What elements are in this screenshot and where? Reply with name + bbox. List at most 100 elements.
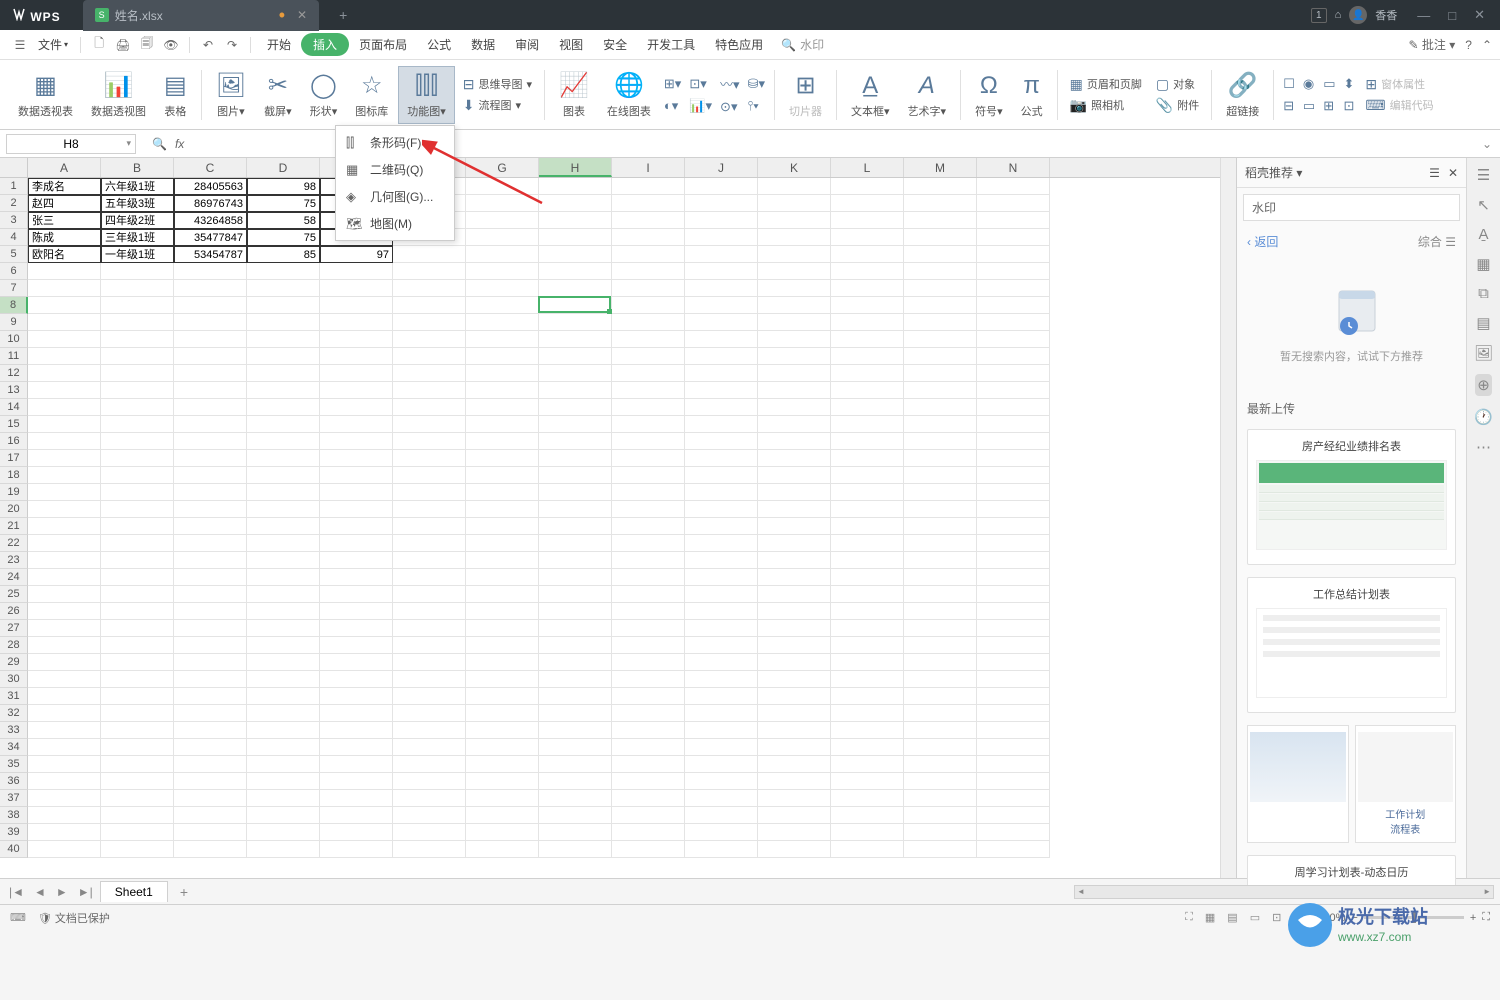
cell[interactable] bbox=[831, 348, 904, 365]
cell[interactable] bbox=[904, 841, 977, 858]
cell[interactable] bbox=[977, 824, 1050, 841]
zoom-in-icon[interactable]: + bbox=[1470, 912, 1476, 924]
cell[interactable] bbox=[247, 756, 320, 773]
cell[interactable] bbox=[831, 807, 904, 824]
cell[interactable] bbox=[28, 841, 101, 858]
cell[interactable] bbox=[247, 450, 320, 467]
cell[interactable] bbox=[539, 348, 612, 365]
cell[interactable] bbox=[101, 314, 174, 331]
cell[interactable] bbox=[393, 501, 466, 518]
vertical-scrollbar[interactable] bbox=[1220, 158, 1236, 878]
style-tool-icon[interactable]: A̱ bbox=[1478, 226, 1488, 243]
cell[interactable] bbox=[320, 314, 393, 331]
cell[interactable] bbox=[393, 535, 466, 552]
cell[interactable] bbox=[466, 790, 539, 807]
horizontal-scrollbar[interactable] bbox=[1074, 885, 1494, 899]
cell[interactable] bbox=[28, 773, 101, 790]
cell[interactable] bbox=[247, 297, 320, 314]
cell[interactable] bbox=[101, 382, 174, 399]
page-view-icon[interactable]: ▤ bbox=[1223, 909, 1241, 926]
cell[interactable] bbox=[612, 824, 685, 841]
cell[interactable] bbox=[174, 382, 247, 399]
cell[interactable] bbox=[977, 569, 1050, 586]
cell[interactable] bbox=[174, 467, 247, 484]
row-header[interactable]: 37 bbox=[0, 790, 28, 807]
cell[interactable] bbox=[393, 365, 466, 382]
cell[interactable] bbox=[393, 773, 466, 790]
cell[interactable] bbox=[247, 688, 320, 705]
cell[interactable] bbox=[685, 739, 758, 756]
cell[interactable] bbox=[539, 229, 612, 246]
cell[interactable] bbox=[247, 790, 320, 807]
cell[interactable] bbox=[28, 552, 101, 569]
cell[interactable] bbox=[831, 229, 904, 246]
cell[interactable]: 陈成 bbox=[28, 229, 101, 246]
cell[interactable] bbox=[539, 807, 612, 824]
cell[interactable] bbox=[539, 586, 612, 603]
close-icon[interactable]: ✕ bbox=[1474, 7, 1485, 23]
cell[interactable] bbox=[758, 722, 831, 739]
cell[interactable] bbox=[101, 688, 174, 705]
cell[interactable] bbox=[174, 603, 247, 620]
cell[interactable] bbox=[831, 688, 904, 705]
cell[interactable] bbox=[612, 433, 685, 450]
cell[interactable] bbox=[758, 637, 831, 654]
cell[interactable] bbox=[101, 501, 174, 518]
cell[interactable] bbox=[612, 518, 685, 535]
pivot-chart-button[interactable]: 📊数据透视图 bbox=[83, 67, 154, 123]
cell[interactable] bbox=[758, 416, 831, 433]
cell[interactable]: 四年级2班 bbox=[101, 212, 174, 229]
cell[interactable] bbox=[174, 331, 247, 348]
cell[interactable] bbox=[685, 178, 758, 195]
cell[interactable] bbox=[977, 518, 1050, 535]
cell[interactable] bbox=[320, 620, 393, 637]
save-icon[interactable]: 🗋 bbox=[90, 34, 108, 55]
row-header[interactable]: 3 bbox=[0, 212, 28, 229]
cell[interactable] bbox=[101, 552, 174, 569]
cell[interactable] bbox=[904, 467, 977, 484]
row-header[interactable]: 22 bbox=[0, 535, 28, 552]
cell[interactable] bbox=[904, 433, 977, 450]
cell[interactable] bbox=[393, 688, 466, 705]
user-avatar[interactable]: 👤 bbox=[1349, 6, 1367, 24]
name-box[interactable]: H8 bbox=[6, 134, 136, 154]
cell[interactable] bbox=[539, 450, 612, 467]
cell[interactable] bbox=[685, 297, 758, 314]
form-icon[interactable]: ◉ bbox=[1303, 76, 1315, 92]
cell[interactable] bbox=[320, 654, 393, 671]
cell[interactable] bbox=[904, 212, 977, 229]
cell[interactable] bbox=[539, 688, 612, 705]
cell[interactable] bbox=[393, 297, 466, 314]
cell[interactable] bbox=[28, 314, 101, 331]
cell[interactable] bbox=[247, 603, 320, 620]
cell[interactable] bbox=[977, 331, 1050, 348]
cell[interactable] bbox=[685, 467, 758, 484]
cell[interactable] bbox=[247, 331, 320, 348]
wordart-button[interactable]: A艺术字▾ bbox=[900, 67, 955, 123]
cell[interactable] bbox=[174, 586, 247, 603]
cell[interactable] bbox=[685, 620, 758, 637]
cell[interactable] bbox=[320, 773, 393, 790]
row-header[interactable]: 13 bbox=[0, 382, 28, 399]
cell[interactable] bbox=[174, 722, 247, 739]
cell[interactable] bbox=[393, 382, 466, 399]
mini-chart-icon[interactable]: 〰▾ bbox=[720, 74, 740, 93]
cell[interactable] bbox=[466, 263, 539, 280]
mini-chart-icon[interactable]: ⫯▾ bbox=[748, 98, 765, 114]
cell[interactable] bbox=[904, 484, 977, 501]
cell[interactable] bbox=[539, 195, 612, 212]
cell[interactable] bbox=[685, 688, 758, 705]
cell[interactable] bbox=[539, 178, 612, 195]
cell[interactable] bbox=[831, 824, 904, 841]
cell[interactable] bbox=[174, 450, 247, 467]
new-tab-button[interactable]: + bbox=[339, 7, 347, 23]
cell[interactable] bbox=[612, 586, 685, 603]
cell[interactable] bbox=[101, 416, 174, 433]
row-header[interactable]: 4 bbox=[0, 229, 28, 246]
row-header[interactable]: 15 bbox=[0, 416, 28, 433]
row-header[interactable]: 20 bbox=[0, 501, 28, 518]
cell[interactable] bbox=[685, 552, 758, 569]
cell[interactable] bbox=[758, 807, 831, 824]
cell[interactable] bbox=[904, 824, 977, 841]
column-header[interactable]: N bbox=[977, 158, 1050, 177]
